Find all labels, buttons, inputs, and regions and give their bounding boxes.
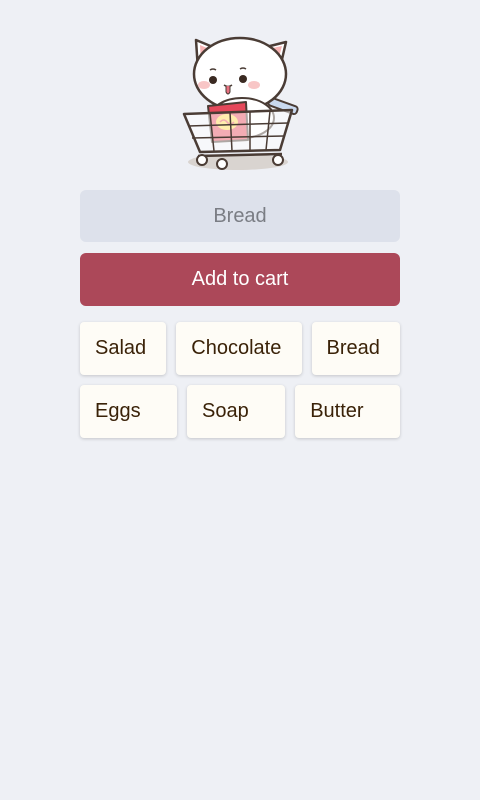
suggestion-chip-eggs[interactable]: Eggs xyxy=(80,385,178,438)
suggestion-chip-salad[interactable]: Salad xyxy=(80,322,167,375)
suggestion-chip-bread[interactable]: Bread xyxy=(311,322,401,375)
suggestion-row: Salad Chocolate Bread xyxy=(80,322,401,375)
suggestion-chip-soap[interactable]: Soap xyxy=(187,385,286,438)
suggestion-chip-chocolate[interactable]: Chocolate xyxy=(176,322,302,375)
item-name-input[interactable] xyxy=(80,190,400,242)
suggestion-list: Salad Chocolate Bread Eggs Soap Butter xyxy=(80,322,401,448)
cat-in-shopping-cart-icon xyxy=(182,36,299,170)
suggestion-chip-butter[interactable]: Butter xyxy=(295,385,400,438)
add-to-cart-button[interactable]: Add to cart xyxy=(80,253,400,306)
suggestion-row: Eggs Soap Butter xyxy=(80,385,400,438)
